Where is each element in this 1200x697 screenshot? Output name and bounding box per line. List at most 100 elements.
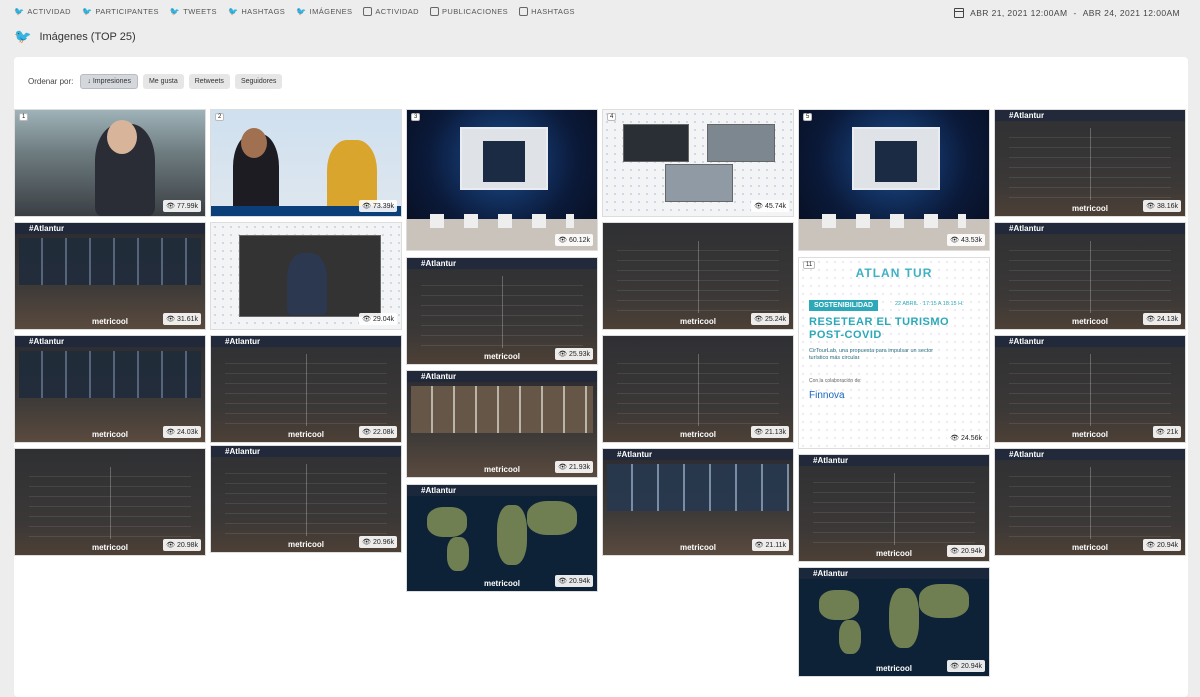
sponsor-logo: Finnova — [809, 390, 845, 401]
poster-collab: Con la colaboración de: — [809, 378, 862, 384]
leaderboard-rows — [225, 354, 387, 426]
sort-seguidores-button[interactable]: Seguidores — [234, 74, 283, 89]
leaderboard-rows — [1009, 354, 1171, 426]
nav-ig-actividad[interactable]: ACTIVIDAD — [363, 7, 419, 16]
twitter-icon: 🐦 — [14, 28, 32, 44]
hashtag-label: #Atlantur — [211, 336, 401, 347]
image-tile[interactable]: #Atlantur metricool 👁 20.94k — [406, 484, 598, 592]
sort-me-gusta-button[interactable]: Me gusta — [142, 74, 184, 89]
image-tile[interactable]: 3 👁 60.12k — [406, 109, 598, 251]
leaderboard-rows — [617, 354, 779, 426]
image-tile[interactable]: #Atlantur metricool 👁 22.08k — [210, 335, 402, 443]
twitter-icon: 🐦 — [169, 7, 181, 16]
rank-badge: 2 — [215, 113, 225, 121]
photo-person — [107, 120, 137, 154]
image-tile[interactable]: #Atlantur metricool 👁 20.96k — [210, 445, 402, 553]
sort-impresiones-button[interactable]: ↓ Impresiones — [80, 74, 138, 89]
screens-grid — [607, 464, 789, 511]
nav-ig-publicaciones[interactable]: PUBLICACIONES — [430, 7, 508, 16]
views-badge: 👁 21.11k — [751, 539, 789, 551]
poster-headline: RESETEAR EL TURISMO POST-COVID — [809, 316, 950, 341]
instagram-icon — [430, 7, 439, 16]
poster-subhead: CirTourLab, una propuesta para impulsar … — [809, 348, 934, 361]
image-tile[interactable]: #Atlantur metricool 👁 38.16k — [994, 109, 1186, 217]
stage-screen — [852, 126, 940, 190]
views-badge: 👁 20.96k — [359, 536, 397, 548]
sort-retweets-button[interactable]: Retweets — [188, 74, 230, 89]
nav-tw-hashtags[interactable]: 🐦 HASHTAGS — [228, 7, 285, 16]
image-tile[interactable]: metricool 👁 20.98k — [14, 448, 206, 556]
image-tile[interactable]: #Atlantur metricool 👁 24.13k — [994, 222, 1186, 330]
image-tile[interactable]: #Atlantur metricool 👁 20.94k — [994, 448, 1186, 556]
image-tile[interactable]: 1 👁 77.99k — [14, 109, 206, 217]
map-land — [839, 620, 861, 654]
image-tile[interactable]: 4 👁 45.74k — [602, 109, 794, 217]
leaderboard-rows — [29, 467, 191, 539]
sort-label: Ordenar por: — [28, 77, 74, 86]
image-tile[interactable]: #Atlantur metricool 👁 24.03k — [14, 335, 206, 443]
views-badge: 👁 20.94k — [555, 575, 593, 587]
hashtag-label: #Atlantur — [799, 455, 989, 466]
page-title: Imágenes (TOP 25) — [39, 30, 136, 43]
leaderboard-rows — [421, 276, 583, 348]
nav-tw-actividad[interactable]: 🐦 ACTIVIDAD — [14, 7, 71, 16]
nav-tw-tweets[interactable]: 🐦 TWEETS — [170, 7, 217, 16]
date-start: ABR 21, 2021 12:00AM — [970, 8, 1068, 18]
hashtag-label: #Atlantur — [15, 336, 205, 347]
image-tile[interactable]: ATLAN TUR SOSTENIBILIDAD 22 ABRIL · 17:1… — [798, 257, 990, 449]
map-land — [889, 588, 919, 648]
image-tile[interactable]: #Atlantur metricool 👁 20.94k — [798, 454, 990, 562]
leaderboard-rows — [617, 241, 779, 313]
rank-badge: 4 — [607, 113, 617, 121]
calendar-icon — [954, 8, 965, 18]
map-land — [427, 507, 467, 537]
image-tile[interactable]: #Atlantur metricool 👁 31.61k — [14, 222, 206, 330]
hashtag-label: #Atlantur — [995, 110, 1185, 121]
image-tile[interactable]: metricool 👁 21.13k — [602, 335, 794, 443]
views-badge: 👁 24.56k — [947, 432, 985, 444]
video-frame — [665, 164, 733, 202]
hashtag-label: #Atlantur — [407, 258, 597, 269]
instagram-icon — [363, 7, 373, 16]
views-badge: 👁 22.08k — [359, 426, 397, 438]
twitter-icon: 🐦 — [14, 7, 25, 16]
image-tile[interactable]: metricool 👁 25.24k — [602, 222, 794, 330]
views-badge: 👁 73.39k — [359, 200, 397, 212]
image-tile[interactable]: 2 👁 73.39k — [210, 109, 402, 217]
leaderboard-rows — [1009, 128, 1171, 200]
image-tile[interactable]: #Atlantur metricool 👁 21.11k — [602, 448, 794, 556]
top-nav: 🐦 ACTIVIDAD 🐦 PARTICIPANTES 🐦 TWEETS 🐦 HASHT… — [14, 7, 575, 16]
photo-person — [287, 253, 327, 315]
image-tile[interactable]: #Atlantur metricool 👁 20.94k — [798, 567, 990, 677]
map-land — [527, 501, 577, 535]
map-land — [497, 505, 527, 565]
video-frame — [707, 124, 775, 162]
nav-tw-imagenes[interactable]: 🐦 IMÁGENES — [296, 7, 352, 16]
hashtag-label: #Atlantur — [407, 371, 597, 382]
date-range-picker[interactable]: ABR 21, 2021 12:00AM - ABR 24, 2021 12:0… — [954, 8, 1180, 18]
page-header: 🐦 Imágenes (TOP 25) — [14, 28, 136, 45]
leaderboard-rows — [813, 473, 975, 545]
image-tile[interactable]: 👁 29.04k — [210, 222, 402, 330]
map-land — [819, 590, 859, 620]
views-badge: 👁 25.24k — [751, 313, 789, 325]
rank-badge: 3 — [411, 113, 421, 121]
instagram-icon — [519, 7, 529, 16]
views-badge: 👁 24.03k — [163, 426, 201, 438]
hashtag-label: #Atlantur — [995, 336, 1185, 347]
twitter-icon: 🐦 — [227, 7, 239, 16]
views-badge: 👁 38.16k — [1143, 200, 1181, 212]
views-badge: 👁 20.94k — [1143, 539, 1181, 551]
views-badge: 👁 31.61k — [163, 313, 201, 325]
date-end: ABR 24, 2021 12:00AM — [1082, 8, 1180, 18]
image-tile[interactable]: #Atlantur metricool 👁 21k — [994, 335, 1186, 443]
views-badge: 👁 20.98k — [163, 539, 201, 551]
views-badge: 👁 21.13k — [751, 426, 789, 438]
image-tile[interactable]: #Atlantur metricool 👁 25.93k — [406, 257, 598, 365]
stage-screen — [460, 126, 548, 190]
screens-grid — [19, 238, 201, 285]
nav-tw-participantes[interactable]: 🐦 PARTICIPANTES — [82, 7, 159, 16]
image-tile[interactable]: #Atlantur metricool 👁 21.93k — [406, 370, 598, 478]
nav-ig-hashtags[interactable]: HASHTAGS — [519, 7, 575, 16]
image-tile[interactable]: 5 👁 43.53k — [798, 109, 990, 251]
